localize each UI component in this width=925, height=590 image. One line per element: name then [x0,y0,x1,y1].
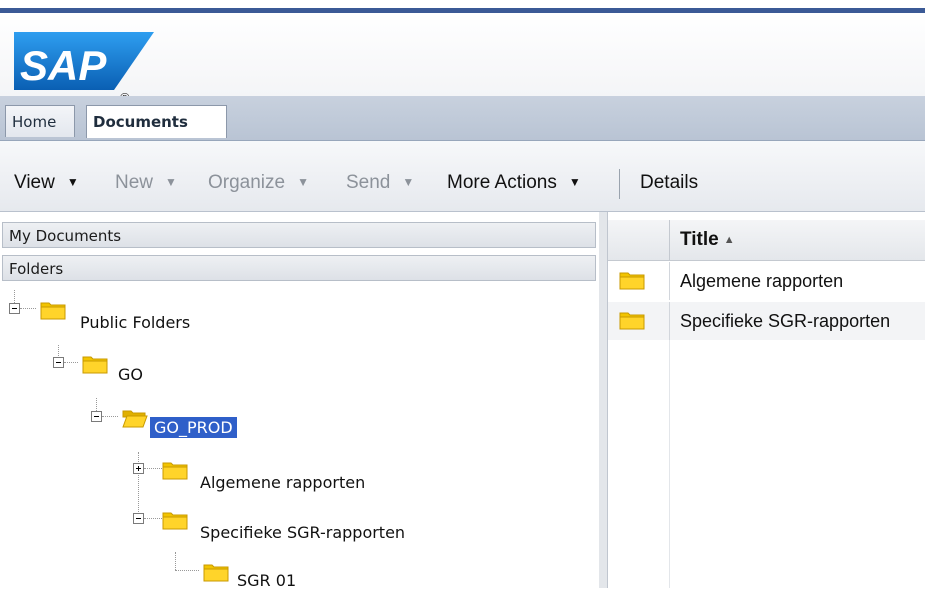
tree-item-go-prod[interactable]: GO_PROD [150,417,237,438]
open-folder-icon [122,410,148,428]
caret-down-icon: ▼ [568,175,581,189]
tree-connector [14,290,16,303]
collapse-toggle-icon[interactable] [53,357,64,368]
folder-icon [162,462,188,480]
view-label: View [14,172,55,193]
sap-logo: SAP ® [14,32,154,104]
tree-connector [175,570,199,572]
folder-icon [203,564,229,582]
tab-strip: Home Documents [0,96,925,141]
logo-text: SAP [20,42,107,89]
tree-connector [138,452,140,512]
tree-connector [96,398,98,411]
my-documents-label: My Documents [9,227,122,245]
folder-icon [40,302,66,320]
tree-item-sgr-01[interactable]: SGR 01 [237,571,296,590]
tree-connector [144,518,162,520]
send-menu-button[interactable]: Send ▼ [346,172,414,194]
my-documents-header[interactable]: My Documents [2,222,596,248]
collapse-toggle-icon[interactable] [91,411,102,422]
folders-label: Folders [9,260,64,278]
organize-menu-button[interactable]: Organize ▼ [208,172,309,194]
tree-item-algemene-rapporten[interactable]: Algemene rapporten [200,473,365,492]
caret-down-icon: ▼ [402,175,415,189]
list-item-title: Specifieke SGR-rapporten [680,311,891,331]
top-border [0,0,925,13]
collapse-toggle-icon[interactable] [133,513,144,524]
list-item[interactable]: Specifieke SGR-rapporten [608,302,925,340]
column-divider [669,340,670,588]
tree-item-go[interactable]: GO [118,365,143,384]
tab-documents[interactable]: Documents [86,105,227,138]
tab-documents-label: Documents [93,113,188,131]
caret-down-icon: ▼ [66,175,79,189]
details-button[interactable]: Details [640,172,698,194]
send-label: Send [346,172,391,193]
organize-label: Organize [208,172,286,193]
new-label: New [115,172,154,193]
collapse-toggle-icon[interactable] [9,303,20,314]
folders-header[interactable]: Folders [2,255,596,281]
view-menu-button[interactable]: View ▼ [14,172,79,194]
folder-icon [162,512,188,530]
tree-item-public-folders[interactable]: Public Folders [80,313,190,332]
tree-item-specifieke-sgr-rapporten[interactable]: Specifieke SGR-rapporten [200,523,405,542]
caret-down-icon: ▼ [165,175,177,189]
row-icon-cell [608,262,670,300]
toolbar-separator [619,169,620,199]
navigation-pane: My Documents Folders Public Folders GO G… [0,212,600,590]
tree-connector [20,308,36,310]
app-header: SAP ® [0,13,925,104]
title-column-header[interactable]: Title ▲ [680,229,735,251]
toolbar: View ▼ New ▼ Organize ▼ Send ▼ More Actions ▼… [0,141,925,212]
folder-icon [619,272,645,290]
title-column-label: Title [680,229,719,250]
row-icon-cell [608,302,670,340]
list-header: Title ▲ [608,220,925,261]
sort-ascending-icon: ▲ [723,234,735,246]
document-list-pane: Title ▲ Algemene rapporten Specifieke SGR… [608,212,925,588]
list-item[interactable]: Algemene rapporten [608,262,925,300]
tab-home[interactable]: Home [5,105,75,137]
more-actions-label: More Actions [447,172,557,193]
icon-column-header [608,220,670,260]
details-label: Details [640,172,699,193]
tree-connector [144,468,162,470]
tab-home-label: Home [12,113,57,131]
folder-icon [82,356,108,374]
pane-splitter[interactable] [599,212,608,588]
list-item-title: Algemene rapporten [680,271,844,291]
more-actions-menu-button[interactable]: More Actions ▼ [447,172,581,194]
tree-connector [175,552,177,570]
tree-connector [102,416,118,418]
folder-icon [619,312,645,330]
caret-down-icon: ▼ [297,175,309,189]
new-menu-button[interactable]: New ▼ [115,172,177,194]
expand-toggle-icon[interactable] [133,463,144,474]
tree-connector [64,362,78,364]
